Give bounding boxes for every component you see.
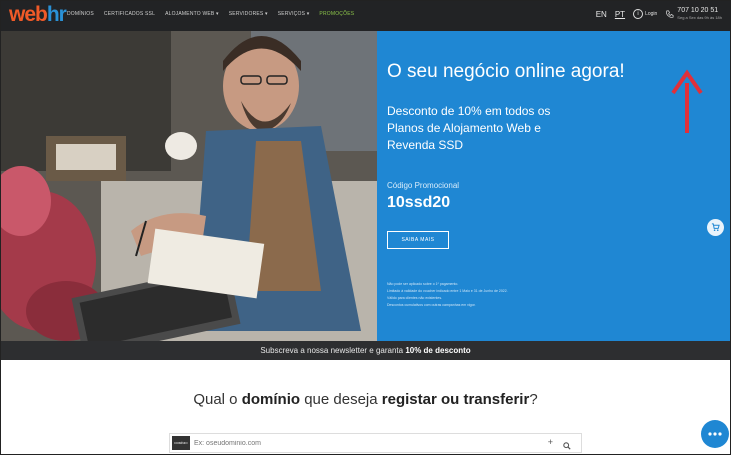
saiba-mais-button[interactable]: SAIBA MAIS <box>387 231 449 249</box>
lang-en-link[interactable]: EN <box>596 10 607 19</box>
more-dots-icon <box>708 432 722 436</box>
promo-code-label: Código Promocional <box>387 181 460 190</box>
hero-photo <box>1 31 377 341</box>
nav-link-servidores[interactable]: SERVIDORES ▾ <box>229 11 268 17</box>
promo-code: 10ssd20 <box>387 194 451 211</box>
top-navbar: webhr DOMÍNIOS CERTIFICADOS SSL ALOJAMEN… <box>1 1 730 31</box>
hero-headline: O seu negócio online agora! <box>387 61 625 82</box>
newsletter-text: Subscreva a nossa newsletter e garanta <box>260 346 406 355</box>
nav-utilities: EN PT i Login 707 10 20 51 Seg a Sex das… <box>596 7 722 21</box>
question-text: que deseja <box>300 391 382 408</box>
nav-link-promocoes[interactable]: PROMOÇÕES <box>319 11 354 17</box>
domain-search-input[interactable] <box>194 436 494 450</box>
cart-icon <box>711 223 720 232</box>
fine-print-line: Válido para clientes não existentes. <box>387 296 443 300</box>
nav-link-dominios[interactable]: DOMÍNIOS <box>67 11 94 17</box>
search-icon[interactable] <box>563 437 571 454</box>
fine-print-line: Limitado à validade do voucher indicado … <box>387 289 508 293</box>
nav-link-alojamento[interactable]: ALOJAMENTO WEB ▾ <box>165 11 219 17</box>
login-label: Login <box>645 11 658 17</box>
browser-frame: webhr DOMÍNIOS CERTIFICADOS SSL ALOJAMEN… <box>0 0 731 455</box>
cart-button[interactable] <box>707 219 724 236</box>
logo-text-accent: hr <box>46 3 67 26</box>
phone-contact[interactable]: 707 10 20 51 Seg a Sex das 9h às 18h <box>665 7 722 21</box>
main-nav: DOMÍNIOS CERTIFICADOS SSL ALOJAMENTO WEB… <box>67 11 354 17</box>
domain-tag: DOMÍNIO <box>172 436 190 450</box>
webhr-logo[interactable]: webhr <box>9 3 67 26</box>
lang-pt-link[interactable]: PT <box>615 10 625 19</box>
question-bold-domain: domínio <box>241 391 301 408</box>
fine-print-line: Descontos cumulativos com outras campanh… <box>387 303 476 307</box>
nav-link-servicos[interactable]: SERVIÇOS ▾ <box>278 11 310 17</box>
phone-number: 707 10 20 51 <box>677 7 719 14</box>
question-text: Qual o <box>193 391 242 408</box>
domain-question: Qual o domínio que deseja registar ou tr… <box>1 391 730 408</box>
phone-icon <box>666 10 674 18</box>
add-domain-icon[interactable]: + <box>548 437 553 447</box>
chat-button[interactable] <box>701 420 729 448</box>
nav-link-ssl[interactable]: CERTIFICADOS SSL <box>104 11 155 17</box>
fine-print-line: Não pode ser aplicado sobre o 1º pagamen… <box>387 282 459 286</box>
fine-print: Não pode ser aplicado sobre o 1º pagamen… <box>387 281 587 309</box>
logo-text-main: web <box>9 3 48 26</box>
hero-photo-illustration <box>1 31 377 341</box>
user-icon: i <box>633 9 644 19</box>
red-arrow-annotation <box>671 69 703 133</box>
login-link[interactable]: i Login <box>633 9 657 19</box>
domain-search-box: DOMÍNIO + <box>169 433 582 453</box>
hero-banner: O seu negócio online agora! Desconto de … <box>1 31 730 341</box>
newsletter-bar[interactable]: Subscreva a nossa newsletter e garanta 1… <box>1 341 730 360</box>
hero-offer: Desconto de 10% em todos os Planos de Al… <box>387 104 551 152</box>
question-mark: ? <box>529 391 538 408</box>
question-bold-action: registar ou transferir <box>381 391 530 408</box>
newsletter-discount: 10% de desconto <box>405 346 471 355</box>
phone-hours: Seg a Sex das 9h às 18h <box>677 15 722 20</box>
